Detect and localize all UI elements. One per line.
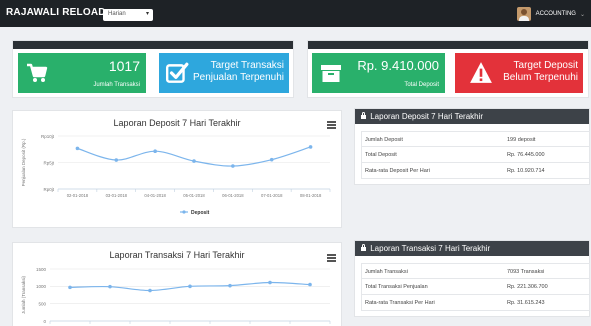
stat-transactions-label: Jumlah Transaksi: [93, 82, 140, 88]
transaksi-line-chart: Jumlah (Transaksi) 1500 1000 500 0: [21, 267, 331, 324]
table-row: Jumlah Transaksi 7093 Transaksi: [361, 263, 590, 279]
stat-deposit[interactable]: Rp. 9.410.000 Total Deposit: [312, 53, 445, 93]
data-point: [231, 164, 235, 168]
user-name: ACCOUNTING: [535, 11, 576, 17]
row-key: Total Transaksi Penjualan: [365, 284, 428, 290]
data-point: [148, 288, 152, 293]
row-value: Rp. 76.445.000: [507, 152, 545, 158]
stat-deposit-label: Total Deposit: [404, 82, 439, 88]
table-row: Total Deposit Rp. 76.445.000: [361, 147, 590, 163]
deposit-summary-title: Laporan Deposit 7 Hari Terakhir: [370, 112, 484, 121]
row-key: Jumlah Deposit: [365, 137, 403, 143]
data-point: [269, 157, 274, 162]
y-tick-label: Rp5jt: [43, 160, 54, 165]
deposit-line-chart: Penjualan Deposit (Rp.) Rp10jt Rp5jt Rp0jt 0…: [21, 134, 331, 216]
row-value: 7093 Transaksi: [507, 269, 545, 275]
deposit-summary-panel: Laporan Deposit 7 Hari Terakhir Jumlah D…: [354, 108, 590, 185]
y-tick-label: Rp0jt: [43, 187, 54, 192]
transaksi-summary-header: Laporan Transaksi 7 Hari Terakhir: [355, 241, 589, 256]
x-tick-label: 07-01-2018: [261, 193, 283, 198]
x-tick-label: 03-01-2018: [106, 193, 128, 198]
row-value: 199 deposit: [507, 137, 536, 143]
x-tick-label: 08-01-2018: [300, 193, 322, 198]
stat-transactions[interactable]: 1017 Jumlah Transaksi: [18, 53, 146, 93]
row-value: Rp. 31.615.243: [507, 300, 545, 306]
data-point: [192, 159, 196, 163]
stat-deposit-value: Rp. 9.410.000: [357, 58, 439, 73]
y-axis-title: Penjualan Deposit (Rp.): [21, 138, 26, 186]
chevron-down-icon: ⌄: [579, 11, 585, 18]
avatar: [516, 7, 531, 21]
row-key: Total Deposit: [365, 152, 397, 158]
y-axis-title: Jumlah (Transaksi): [21, 275, 26, 314]
data-point: [268, 280, 272, 285]
stat-target-sales[interactable]: Target Transaksi Penjualan Terpenuhi: [159, 53, 289, 93]
user-menu[interactable]: ACCOUNTING ⌄: [516, 6, 585, 22]
data-point: [108, 284, 112, 289]
y-tick-label: 1000: [36, 284, 47, 289]
data-point: [68, 285, 72, 290]
archive-icon: [321, 65, 341, 82]
row-key: Rata-rata Deposit Per Hari: [365, 168, 430, 174]
x-tick-label: 05-01-2018: [183, 193, 205, 198]
x-tick-label: 06-01-2018: [222, 193, 244, 198]
x-tick-label: 02-01-2018: [67, 193, 89, 198]
panel-header: [308, 41, 588, 49]
stat-target-deposit-label: Target Deposit Belum Terpenuhi: [503, 60, 578, 83]
lock-icon: [361, 244, 366, 251]
y-tick-label: 1500: [36, 267, 47, 272]
stat-target-sales-label: Target Transaksi Penjualan Terpenuhi: [192, 60, 284, 83]
transaksi-summary-panel: Laporan Transaksi 7 Hari Terakhir Jumlah…: [354, 240, 590, 317]
row-value: Rp. 221.306.700: [507, 284, 548, 290]
table-row: Rata-rata Transaksi Per Hari Rp. 31.615.…: [361, 295, 590, 311]
top-bar: RAJAWALI RELOAD Harian ▾ ACCOUNTING ⌄: [0, 0, 591, 27]
data-point: [308, 145, 313, 149]
row-key: Jumlah Transaksi: [365, 269, 408, 275]
y-tick-label: 0: [43, 319, 46, 324]
panel-header: [13, 41, 293, 49]
data-point: [75, 146, 80, 151]
table-row: Rata-rata Deposit Per Hari Rp. 10.920.71…: [361, 163, 590, 179]
table-row: Total Transaksi Penjualan Rp. 221.306.70…: [361, 279, 590, 295]
row-key: Rata-rata Transaksi Per Hari: [365, 300, 435, 306]
y-tick-label: 500: [38, 301, 46, 306]
data-point: [308, 282, 312, 287]
lock-icon: [361, 112, 366, 119]
data-point: [188, 284, 192, 289]
y-tick-label: Rp10jt: [41, 134, 55, 139]
legend-label: Deposit: [191, 210, 210, 216]
stat-transactions-value: 1017: [108, 58, 140, 74]
warning-icon: [470, 62, 492, 83]
table-row: Jumlah Deposit 199 deposit: [361, 131, 590, 147]
chevron-down-icon: ▾: [145, 11, 149, 17]
deposit-summary-header: Laporan Deposit 7 Hari Terakhir: [355, 109, 589, 124]
stat-target-deposit[interactable]: Target Deposit Belum Terpenuhi: [455, 53, 583, 93]
period-select[interactable]: Harian ▾: [103, 9, 153, 21]
legend-marker: [182, 210, 186, 214]
series-line: [77, 146, 311, 167]
period-select-value: Harian: [108, 11, 126, 17]
brand-title[interactable]: RAJAWALI RELOAD: [6, 7, 106, 18]
transaksi-summary-title: Laporan Transaksi 7 Hari Terakhir: [370, 244, 491, 253]
row-value: Rp. 10.920.714: [507, 168, 545, 174]
data-point: [228, 283, 232, 288]
x-tick-label: 04-01-2018: [144, 193, 166, 198]
cart-icon: [27, 63, 48, 82]
data-point: [114, 158, 119, 162]
data-point: [153, 149, 157, 153]
